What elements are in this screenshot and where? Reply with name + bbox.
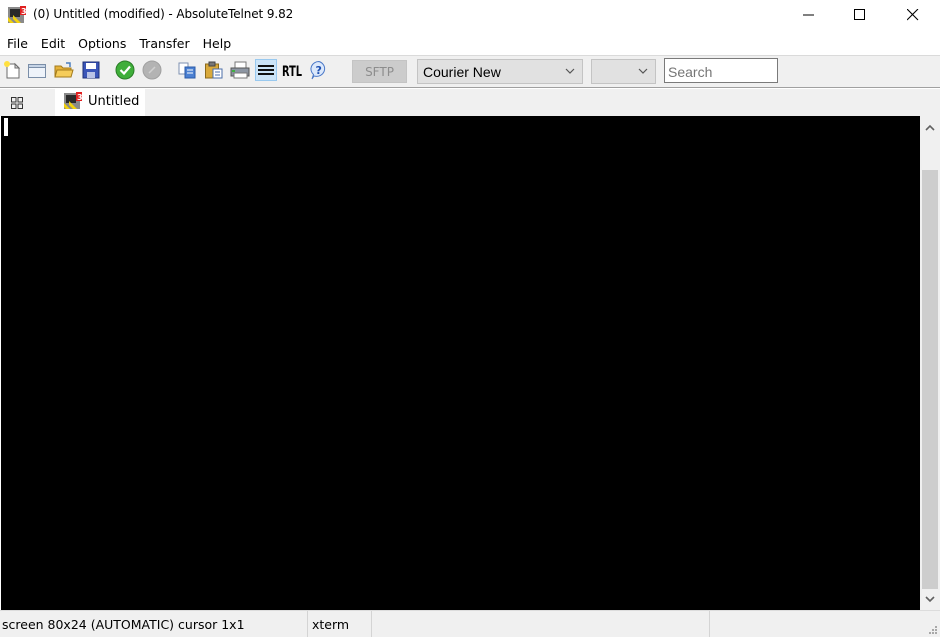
rtl-icon: RTL xyxy=(282,64,302,79)
menu-file[interactable]: File xyxy=(0,33,34,55)
menu-transfer[interactable]: Transfer xyxy=(132,33,195,55)
terminal-screen[interactable] xyxy=(0,116,920,610)
new-window-button[interactable] xyxy=(26,59,48,81)
print-icon xyxy=(230,61,250,79)
print-button[interactable] xyxy=(229,59,251,81)
minimize-icon xyxy=(803,14,814,16)
new-document-icon xyxy=(4,61,21,79)
close-icon xyxy=(907,9,919,21)
font-select-value: Courier New xyxy=(423,64,501,80)
svg-text:3: 3 xyxy=(21,7,27,16)
copy-button[interactable] xyxy=(176,59,198,81)
disconnect-icon xyxy=(142,60,162,80)
window-title: (0) Untitled (modified) - AbsoluteTelnet… xyxy=(33,7,294,21)
toolbar: RTL ? SFTP Courier New xyxy=(0,56,940,88)
status-screen-info: screen 80x24 (AUTOMATIC) cursor 1x1 xyxy=(0,611,308,637)
close-button[interactable] xyxy=(890,0,936,30)
paste-icon xyxy=(205,61,223,79)
status-cell-4 xyxy=(710,611,925,637)
tab-grid-icon xyxy=(11,97,23,109)
menu-help[interactable]: Help xyxy=(196,33,238,55)
help-button[interactable]: ? xyxy=(308,59,330,81)
copy-icon xyxy=(178,62,196,79)
menu-options[interactable]: Options xyxy=(71,33,132,55)
scroll-up-button[interactable] xyxy=(920,116,940,138)
disconnect-button[interactable] xyxy=(141,59,163,81)
chevron-down-icon xyxy=(638,68,648,74)
save-button[interactable] xyxy=(80,59,102,81)
status-bar: screen 80x24 (AUTOMATIC) cursor 1x1 xter… xyxy=(0,610,940,637)
status-cell-3 xyxy=(372,611,710,637)
tab-untitled[interactable]: 3 Untitled xyxy=(55,89,145,116)
tab-label: Untitled xyxy=(88,94,140,109)
chevron-down-icon xyxy=(565,68,575,74)
sftp-button[interactable]: SFTP xyxy=(352,60,407,83)
maximize-button[interactable] xyxy=(837,0,883,30)
svg-text:3: 3 xyxy=(77,93,83,102)
tab-overview-button[interactable] xyxy=(6,93,28,113)
absolutetelnet-icon[interactable]: 3 xyxy=(7,5,27,25)
menu-bar: File Edit Options Transfer Help xyxy=(0,33,940,55)
status-emulation: xterm xyxy=(308,611,372,637)
scroll-track[interactable] xyxy=(920,138,940,589)
search-input[interactable] xyxy=(664,58,778,83)
svg-text:?: ? xyxy=(316,64,322,77)
new-window-icon xyxy=(28,64,46,78)
open-folder-icon xyxy=(54,62,74,78)
vertical-scrollbar[interactable] xyxy=(920,116,940,610)
minimize-button[interactable] xyxy=(786,0,832,30)
chevron-down-icon xyxy=(925,595,935,602)
title-bar: 3 (0) Untitled (modified) - AbsoluteTeln… xyxy=(0,0,940,32)
scroll-thumb[interactable] xyxy=(922,170,938,589)
terminal-cursor xyxy=(4,118,8,136)
save-icon xyxy=(82,61,100,79)
font-size-select[interactable] xyxy=(591,59,656,84)
connect-button[interactable] xyxy=(114,59,136,81)
chevron-up-icon xyxy=(925,124,935,131)
paste-button[interactable] xyxy=(203,59,225,81)
svg-text:RTL: RTL xyxy=(282,64,302,79)
help-icon: ? xyxy=(310,60,326,80)
new-button[interactable] xyxy=(1,59,23,81)
absolutetelnet-icon: 3 xyxy=(63,91,83,111)
font-select[interactable]: Courier New xyxy=(417,59,583,84)
wrap-toggle-button[interactable] xyxy=(255,59,277,81)
menu-edit[interactable]: Edit xyxy=(34,33,71,55)
rtl-button[interactable]: RTL xyxy=(281,59,303,81)
open-button[interactable] xyxy=(53,59,75,81)
resize-grip-icon[interactable] xyxy=(928,625,938,635)
scroll-down-button[interactable] xyxy=(920,588,940,610)
tab-bar: 3 Untitled xyxy=(0,89,940,116)
text-lines-icon xyxy=(258,65,274,75)
maximize-icon xyxy=(854,9,865,20)
connect-check-icon xyxy=(115,60,135,80)
